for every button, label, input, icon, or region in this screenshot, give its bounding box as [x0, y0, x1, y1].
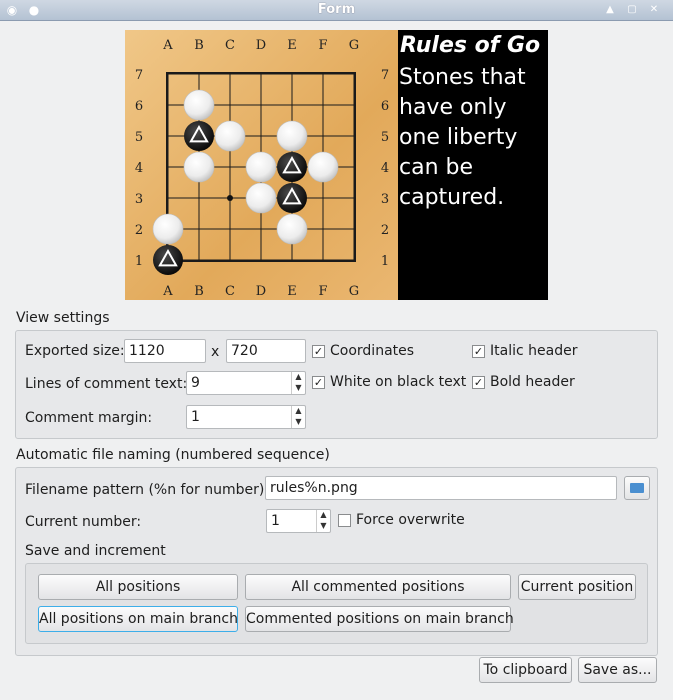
column-coordinate: E — [287, 38, 297, 53]
white-stone — [245, 151, 277, 183]
save-as-button[interactable]: Save as... — [578, 657, 657, 683]
commented-positions-main-branch-button[interactable]: Commented positions on main branch — [245, 606, 514, 632]
comment-margin-label: Comment margin: — [25, 410, 153, 426]
current-number-spin-buttons[interactable]: ▲ ▼ — [316, 510, 330, 532]
row-coordinate: 1 — [135, 254, 143, 269]
column-coordinate: F — [318, 284, 327, 299]
size-separator: x — [211, 344, 220, 360]
comment-preview: Rules of Go Stones that have only one li… — [398, 30, 548, 300]
folder-icon — [630, 483, 644, 493]
comment-text: Stones that have only one liberty can be… — [399, 63, 526, 213]
lines-value: 9 — [191, 375, 200, 391]
go-board: A A B B C C D D E E F F G G 7 7 6 6 5 5 4 4 3 3 2 2 1 1 — [135, 38, 389, 299]
white-stone — [183, 151, 215, 183]
white-stone — [276, 213, 308, 245]
all-positions-button[interactable]: All positions — [38, 574, 238, 600]
title-bar: ◉ ● Form ▲ ▢ ✕ — [0, 0, 673, 21]
white-stone — [183, 89, 215, 121]
force-overwrite-label: Force overwrite — [356, 512, 465, 528]
row-coordinate: 6 — [381, 99, 389, 114]
column-coordinate: A — [162, 284, 173, 299]
coordinates-checkbox[interactable]: ✓ — [312, 345, 325, 358]
view-settings-title: View settings — [16, 310, 110, 326]
comment-line: Stones that — [399, 65, 526, 90]
row-coordinate: 7 — [135, 68, 143, 83]
current-number-value: 1 — [271, 513, 280, 529]
row-coordinate: 1 — [381, 254, 389, 269]
italic-header-checkbox[interactable]: ✓ — [472, 345, 485, 358]
all-positions-main-branch-button[interactable]: All positions on main branch — [38, 606, 238, 632]
pattern-label: Filename pattern (%n for number): — [25, 482, 270, 498]
italic-header-label: Italic header — [490, 343, 578, 359]
white-stone — [245, 182, 277, 214]
column-coordinate: A — [162, 38, 173, 53]
white-stone — [152, 213, 184, 245]
current-position-button[interactable]: Current position — [518, 574, 636, 600]
comment-header: Rules of Go — [400, 33, 541, 58]
keep-above-icon[interactable]: ▲ — [603, 3, 617, 17]
height-input[interactable]: 720 — [226, 339, 306, 363]
lines-of-comment-label: Lines of comment text: — [25, 376, 188, 392]
white-stone — [214, 120, 246, 152]
row-coordinate: 5 — [135, 130, 143, 145]
row-coordinate: 2 — [135, 223, 143, 238]
close-icon[interactable]: ✕ — [647, 3, 661, 17]
row-coordinate: 6 — [135, 99, 143, 114]
maximize-icon[interactable]: ▢ — [625, 3, 639, 17]
current-number-label: Current number: — [25, 514, 142, 530]
comment-line: one liberty — [399, 125, 518, 150]
column-coordinate: B — [194, 38, 204, 53]
lines-spinbox[interactable]: 9 ▲ ▼ — [186, 371, 306, 395]
row-coordinate: 7 — [381, 68, 389, 83]
save-increment-group: All positions All commented positions Cu… — [25, 563, 648, 644]
naming-group: Filename pattern (%n for number): rules%… — [15, 467, 658, 656]
current-number-spinbox[interactable]: 1 ▲ ▼ — [266, 509, 331, 533]
lines-spin-buttons[interactable]: ▲ ▼ — [291, 372, 305, 394]
white-on-black-checkbox[interactable]: ✓ — [312, 376, 325, 389]
row-coordinate: 2 — [381, 223, 389, 238]
bold-header-label: Bold header — [490, 374, 575, 390]
white-stone — [276, 120, 308, 152]
column-coordinate: C — [225, 284, 235, 299]
coordinates-label: Coordinates — [330, 343, 415, 359]
row-coordinate: 5 — [381, 130, 389, 145]
to-clipboard-button[interactable]: To clipboard — [479, 657, 572, 683]
width-input[interactable]: 1120 — [124, 339, 206, 363]
row-coordinate: 3 — [135, 192, 143, 207]
row-coordinate: 4 — [135, 161, 143, 176]
save-increment-title: Save and increment — [25, 543, 166, 559]
browse-button[interactable] — [624, 476, 650, 500]
bold-header-checkbox[interactable]: ✓ — [472, 376, 485, 389]
margin-value: 1 — [191, 409, 200, 425]
view-settings-group: Exported size: 1120 x 720 ✓ Coordinates … — [15, 330, 658, 439]
margin-spinbox[interactable]: 1 ▲ ▼ — [186, 405, 306, 429]
column-coordinate: G — [349, 284, 359, 299]
comment-line: captured. — [399, 185, 505, 210]
margin-spin-buttons[interactable]: ▲ ▼ — [291, 406, 305, 428]
pattern-input[interactable]: rules%n.png — [265, 476, 617, 500]
naming-title: Automatic file naming (numbered sequence… — [16, 447, 330, 463]
comment-line: can be — [399, 155, 474, 180]
white-stone — [307, 151, 339, 183]
column-coordinate: D — [256, 284, 266, 299]
comment-line: have only — [399, 95, 507, 120]
exported-size-label: Exported size: — [25, 343, 125, 359]
hoshi-point — [227, 195, 233, 201]
row-coordinate: 4 — [381, 161, 389, 176]
white-on-black-label: White on black text — [330, 374, 467, 390]
window-title: Form — [317, 2, 356, 17]
all-commented-positions-button[interactable]: All commented positions — [245, 574, 511, 600]
force-overwrite-checkbox[interactable] — [338, 514, 351, 527]
row-coordinate: 3 — [381, 192, 389, 207]
board-preview: A A B B C C D D E E F F G G 7 7 6 6 5 5 4 4 3 3 2 2 1 1 — [125, 30, 399, 300]
column-coordinate: E — [287, 284, 297, 299]
column-coordinate: C — [225, 38, 235, 53]
column-coordinate: F — [318, 38, 327, 53]
column-coordinate: D — [256, 38, 266, 53]
column-coordinate: G — [349, 38, 359, 53]
column-coordinate: B — [194, 284, 204, 299]
